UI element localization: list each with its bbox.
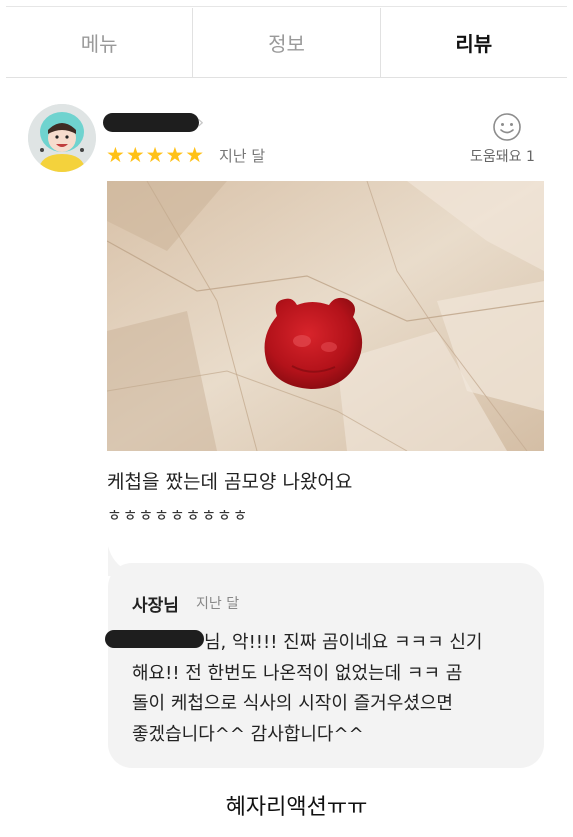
review-photo[interactable] xyxy=(107,181,544,451)
star-rating: ★★★★★ xyxy=(106,143,206,167)
owner-name: 사장님 xyxy=(132,596,179,616)
reply-line: 돌이 케첩으로 식사의 시작이 즐거우셨으면 xyxy=(132,693,453,714)
helpful-count[interactable]: 도움돼요 1 xyxy=(470,146,535,166)
review-date: 지난 달 xyxy=(219,147,266,165)
avatar-image xyxy=(28,104,96,172)
caption: 혜자리액션ㅠㅠ xyxy=(225,795,368,820)
tab-bar: 메뉴 정보 리뷰 xyxy=(6,8,567,78)
reply-date: 지난 달 xyxy=(196,596,240,612)
reply-line: 님, 악!!!! 진짜 곰이네요 ㅋㅋㅋ 신기 xyxy=(204,632,483,653)
reply-line: 좋겠습니다^^ 감사합니다^^ xyxy=(132,723,364,745)
review-text: 케첩을 짰는데 곰모양 나왔어요 xyxy=(107,471,353,493)
chevron-right-icon: › xyxy=(197,112,205,133)
reply-line: 해요!! 전 한번도 나온적이 없었는데 ㅋㅋ 곰 xyxy=(132,662,463,684)
top-divider xyxy=(6,6,567,7)
tab-menu[interactable]: 메뉴 xyxy=(6,8,193,77)
smile-icon[interactable] xyxy=(492,112,522,142)
tab-info[interactable]: 정보 xyxy=(192,8,380,77)
reviewer-name-redacted[interactable] xyxy=(103,113,199,132)
reply-text: 님, 악!!!! 진짜 곰이네요 ㅋㅋㅋ 신기 해요!! 전 한번도 나온적이 … xyxy=(132,628,532,750)
review-laugh: ㅎㅎㅎㅎㅎㅎㅎㅎㅎ xyxy=(107,506,249,525)
tab-reviews[interactable]: 리뷰 xyxy=(379,8,567,77)
avatar[interactable] xyxy=(28,104,96,172)
